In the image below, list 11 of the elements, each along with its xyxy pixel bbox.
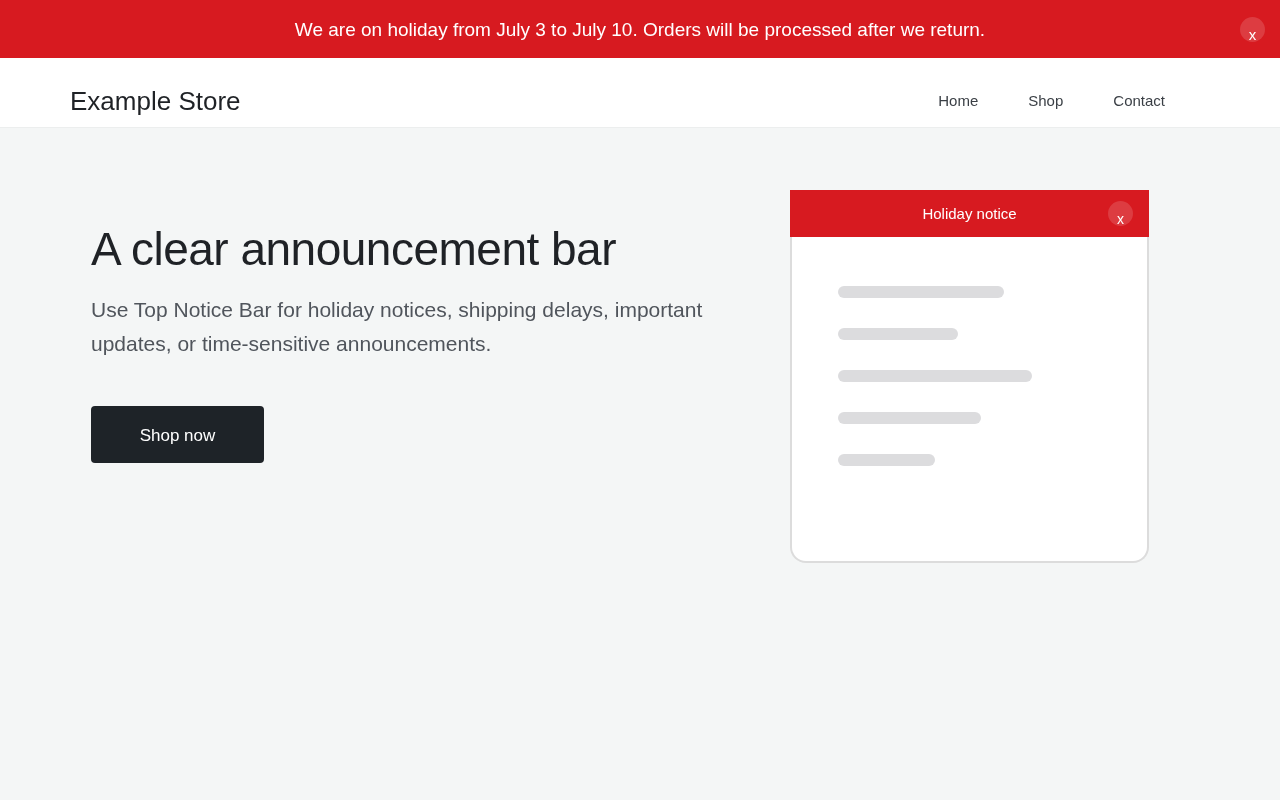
hero-heading: A clear announcement bar xyxy=(91,222,618,276)
nav-link[interactable]: Home xyxy=(938,91,979,111)
close-button[interactable]: x xyxy=(1108,201,1133,226)
store-logo-link[interactable]: Example Store xyxy=(70,86,241,116)
nav-link[interactable]: Shop xyxy=(1028,91,1064,111)
preview-notice-title: Holiday notice xyxy=(922,205,1017,222)
hero-description: Use Top Notice Bar for holiday notices, shipping delays, important updates, or time-sensitive announcements. xyxy=(91,297,704,357)
shop-now-button[interactable]: Shop now xyxy=(91,406,264,463)
nav-link[interactable]: Contact xyxy=(1113,91,1165,111)
notice-message: We are on holiday from July 3 to July 10. Orders will be processed after we return. xyxy=(294,18,986,42)
close-button[interactable]: x xyxy=(1240,16,1265,42)
